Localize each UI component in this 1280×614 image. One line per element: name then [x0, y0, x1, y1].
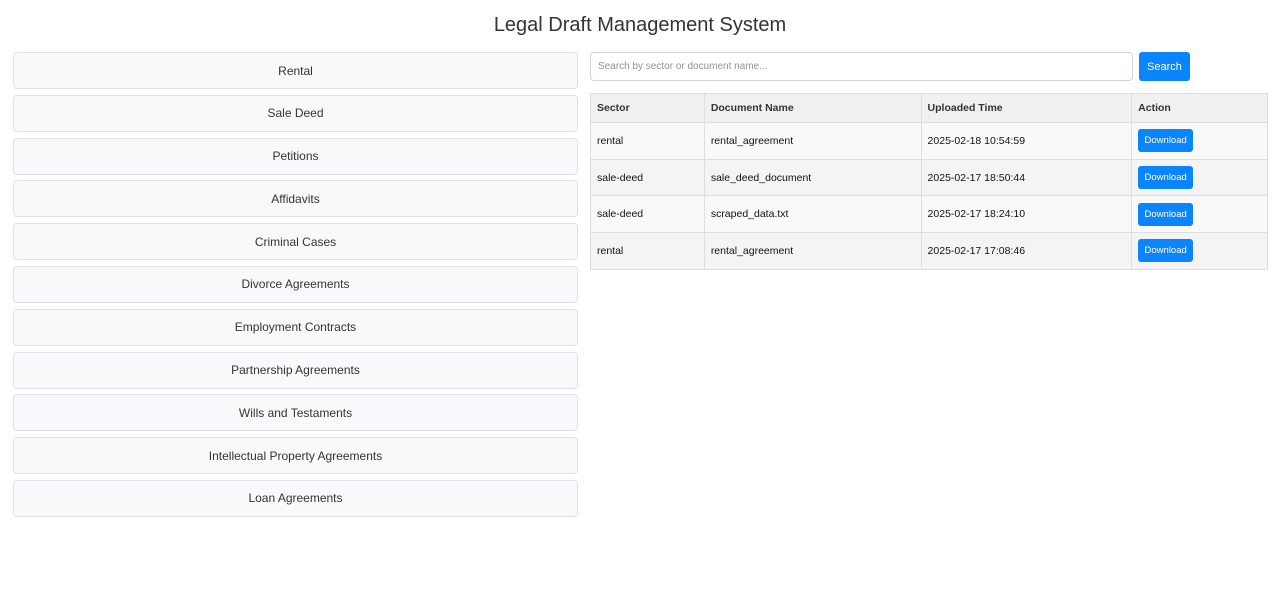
search-input[interactable] — [590, 52, 1133, 81]
documents-table: Sector Document Name Uploaded Time Actio… — [590, 93, 1268, 270]
sector-item-criminal-cases[interactable]: Criminal Cases — [13, 223, 578, 261]
sector-list: Rental Sale Deed Petitions Affidavits Cr… — [13, 52, 578, 523]
sector-item-employment-contracts[interactable]: Employment Contracts — [13, 308, 578, 346]
sector-item-affidavits[interactable]: Affidavits — [13, 180, 578, 218]
cell-uploaded-time: 2025-02-17 18:24:10 — [920, 195, 1133, 234]
cell-document-name: sale_deed_document — [703, 158, 922, 197]
column-header-sector: Sector — [590, 93, 705, 123]
table-row: rental rental_agreement 2025-02-18 10:54… — [590, 122, 1268, 160]
table-row: sale-deed scraped_data.txt 2025-02-17 18… — [590, 195, 1268, 234]
search-button[interactable]: Search — [1139, 52, 1190, 81]
sector-item-rental[interactable]: Rental — [13, 52, 578, 89]
sector-item-partnership-agreements[interactable]: Partnership Agreements — [13, 351, 578, 389]
cell-uploaded-time: 2025-02-18 10:54:59 — [920, 122, 1133, 160]
table-header-row: Sector Document Name Uploaded Time Actio… — [590, 93, 1268, 123]
table-row: sale-deed sale_deed_document 2025-02-17 … — [590, 158, 1268, 197]
download-button[interactable]: Download — [1138, 239, 1194, 263]
cell-document-name: scraped_data.txt — [703, 195, 922, 234]
download-button[interactable]: Download — [1138, 166, 1194, 190]
table-row: rental rental_agreement 2025-02-17 17:08… — [590, 232, 1268, 270]
download-button[interactable]: Download — [1138, 202, 1194, 226]
page-title: Legal Draft Management System — [493, 14, 787, 36]
download-button[interactable]: Download — [1138, 129, 1194, 153]
sector-item-sale-deed[interactable]: Sale Deed — [13, 94, 578, 132]
cell-document-name: rental_agreement — [703, 122, 922, 160]
sector-item-petitions[interactable]: Petitions — [13, 137, 578, 175]
cell-action: Download — [1131, 158, 1268, 197]
cell-sector: rental — [590, 232, 705, 270]
cell-sector: sale-deed — [590, 158, 705, 197]
column-header-document-name: Document Name — [703, 93, 922, 123]
sector-item-loan-agreements[interactable]: Loan Agreements — [13, 479, 578, 517]
search-bar: Search — [590, 52, 1190, 81]
cell-document-name: rental_agreement — [703, 232, 922, 270]
cell-sector: rental — [590, 122, 705, 160]
cell-uploaded-time: 2025-02-17 17:08:46 — [920, 232, 1133, 270]
cell-action: Download — [1131, 122, 1268, 160]
sector-item-intellectual-property-agreements[interactable]: Intellectual Property Agreements — [13, 437, 578, 475]
column-header-uploaded-time: Uploaded Time — [920, 93, 1133, 123]
sector-item-wills-and-testaments[interactable]: Wills and Testaments — [13, 394, 578, 432]
cell-uploaded-time: 2025-02-17 18:50:44 — [920, 158, 1133, 197]
sector-item-divorce-agreements[interactable]: Divorce Agreements — [13, 265, 578, 303]
column-header-action: Action — [1131, 93, 1268, 123]
cell-action: Download — [1131, 232, 1268, 270]
cell-sector: sale-deed — [590, 195, 705, 234]
cell-action: Download — [1131, 195, 1268, 234]
